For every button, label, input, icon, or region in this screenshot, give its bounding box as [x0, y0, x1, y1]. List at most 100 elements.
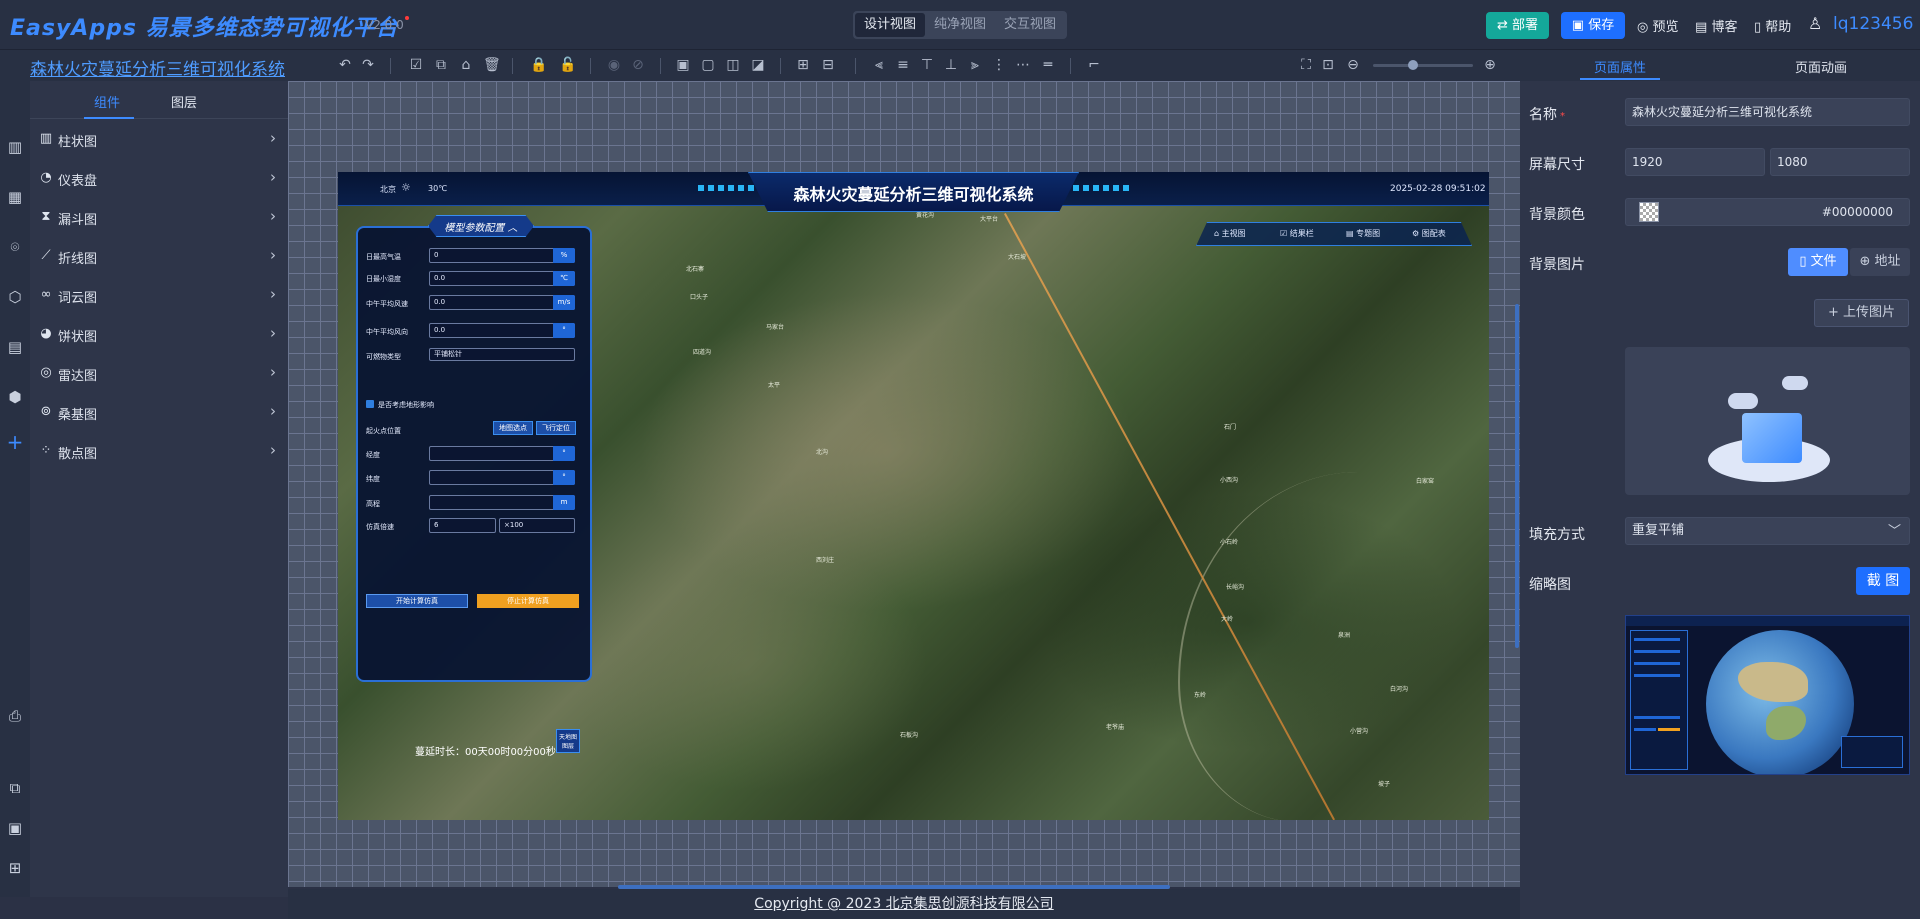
stop-simulation-button[interactable]: 停止计算仿真 — [477, 594, 579, 608]
ruler-icon[interactable]: ⌐ — [1086, 57, 1102, 73]
zoom-slider-handle[interactable] — [1408, 60, 1418, 70]
upload-image-button[interactable]: + 上传图片 — [1814, 299, 1909, 327]
align-left-icon[interactable]: ⫷ — [871, 57, 887, 73]
terrain-checkbox[interactable] — [366, 400, 374, 408]
tab-page-animation[interactable]: 页面动画 — [1795, 57, 1847, 76]
chart-category-icon[interactable]: ▥ — [6, 138, 24, 156]
distribute-h-icon[interactable]: ⋮ — [991, 57, 1007, 73]
category-funnel[interactable]: ⧗ 漏斗图 › — [30, 198, 288, 237]
screen-width-input[interactable]: 1920 — [1625, 148, 1765, 176]
apps-icon[interactable]: ⊞ — [6, 859, 24, 877]
preview-button[interactable]: ◎ 预览 — [1637, 16, 1679, 35]
hide-icon[interactable]: ⊘ — [630, 57, 646, 73]
tab-design-view[interactable]: 设计视图 — [855, 13, 926, 37]
nav-result-bar[interactable]: ☑ 结果栏 — [1280, 228, 1314, 239]
file-source-button[interactable]: ▯ 文件 — [1788, 248, 1848, 276]
copy-icon[interactable]: ⧉ — [433, 57, 449, 73]
page-name-input[interactable]: 森林火灾蔓延分析三维可视化系统 — [1625, 98, 1910, 126]
page-name-link[interactable]: 森林火灾蔓延分析三维可视化系统 — [30, 55, 285, 80]
map-place-label: 大岭 — [1221, 616, 1234, 623]
paste-icon[interactable]: ⌂ — [458, 57, 474, 73]
align-right-icon[interactable]: ⫸ — [967, 57, 983, 73]
screen-height-input[interactable]: 1080 — [1770, 148, 1910, 176]
3d-category-icon[interactable]: ⬡ — [6, 288, 24, 306]
tab-layers[interactable]: 图层 — [171, 92, 197, 111]
align-bottom-icon[interactable]: ⊥ — [943, 57, 959, 73]
map-category-icon[interactable]: ⌾ — [6, 238, 24, 256]
move-up-icon[interactable]: ◫ — [725, 57, 741, 73]
checkbox-label: 是否考虑地形影响 — [378, 401, 434, 409]
bring-front-icon[interactable]: ▣ — [675, 57, 691, 73]
left-rail: ▥ ▦ ⌾ ⬡ ▤ ⬢ + ⎙ ⧉ ▣ ⊞ — [0, 81, 30, 897]
fly-locate-button[interactable]: 飞行定位 — [536, 421, 576, 435]
data-source-icon[interactable]: ⎙ — [6, 707, 24, 725]
ungroup-icon[interactable]: ⊟ — [820, 57, 836, 73]
speed-multiplier-select[interactable]: ×100 — [499, 518, 575, 533]
bg-color-input[interactable]: #00000000 — [1625, 198, 1910, 226]
align-middle-icon[interactable]: ═ — [1040, 57, 1056, 73]
chevron-up-icon[interactable]: ︿ — [508, 223, 518, 234]
nav-map-table[interactable]: ⚙ 图配表 — [1412, 228, 1446, 239]
delete-icon[interactable]: 🗑 — [483, 57, 501, 73]
add-icon[interactable]: + — [6, 432, 24, 452]
copyright-link[interactable]: Copyright @ 2023 北京集思创源科技有限公司 — [754, 896, 1053, 912]
send-back-icon[interactable]: ▢ — [700, 57, 716, 73]
nav-main-view[interactable]: ⌂ 主视图 — [1214, 228, 1246, 239]
speed-input[interactable]: 6 — [429, 518, 496, 533]
category-radar-chart[interactable]: ◎ 雷达图 › — [30, 354, 288, 393]
tab-interactive-view[interactable]: 交互视图 — [995, 13, 1065, 37]
fuel-type-select[interactable]: 平铺松针 — [429, 348, 575, 361]
chevron-right-icon: › — [270, 207, 276, 225]
layout-icon[interactable]: ▣ — [6, 819, 24, 837]
widget-category-icon[interactable]: ▦ — [6, 188, 24, 206]
distribute-v-icon[interactable]: ⋯ — [1015, 57, 1031, 73]
select-all-icon[interactable]: ☑ — [408, 57, 424, 73]
tab-components[interactable]: 组件 — [94, 92, 120, 111]
move-down-icon[interactable]: ◪ — [750, 57, 766, 73]
table-category-icon[interactable]: ▤ — [6, 338, 24, 356]
map-pick-button[interactable]: 地图选点 — [493, 421, 533, 435]
align-top-icon[interactable]: ⊤ — [919, 57, 935, 73]
resource-icon[interactable]: ⧉ — [6, 779, 24, 797]
category-pie-chart[interactable]: ◕ 饼状图 › — [30, 315, 288, 354]
vertical-scrollbar[interactable] — [1515, 304, 1519, 648]
undo-icon[interactable]: ↶ — [337, 57, 353, 73]
category-scatter[interactable]: ⁘ 散点图 › — [30, 432, 288, 471]
save-button[interactable]: ▣ 保存 — [1561, 12, 1625, 39]
deploy-button[interactable]: ⇄ 部署 — [1486, 12, 1549, 39]
category-word-cloud[interactable]: ∞ 词云图 › — [30, 276, 288, 315]
user-icon[interactable]: ♙ — [1808, 14, 1822, 33]
group-icon[interactable]: ⊞ — [795, 57, 811, 73]
tianditu-layer-button[interactable]: 天地图图层 — [556, 729, 580, 753]
screenshot-button[interactable]: 截 图 — [1856, 567, 1910, 595]
align-center-icon[interactable]: ≡ — [895, 57, 911, 73]
screen-preview[interactable]: 黄花沟 大平台 口头子 北石寨 马家台 太平 四道沟 北沟 大石坡 西刘庄 石门… — [338, 172, 1489, 820]
zoom-slider[interactable] — [1373, 64, 1473, 67]
show-icon[interactable]: ◉ — [606, 57, 622, 73]
username[interactable]: lq123456 — [1833, 14, 1913, 34]
url-source-button[interactable]: ⊕ 地址 — [1850, 248, 1910, 276]
fill-mode-select[interactable]: 重复平铺 — [1625, 517, 1910, 545]
lock-icon[interactable]: 🔒 — [530, 57, 547, 73]
zoom-out-icon[interactable]: ⊖ — [1345, 57, 1361, 73]
actual-size-icon[interactable]: ⊡ — [1320, 57, 1336, 73]
zoom-in-icon[interactable]: ⊕ — [1482, 57, 1498, 73]
category-line-chart[interactable]: ⟋ 折线图 › — [30, 237, 288, 276]
start-simulation-button[interactable]: 开始计算仿真 — [366, 594, 468, 608]
help-link[interactable]: ▯ 帮助 — [1754, 16, 1791, 35]
tab-clean-view[interactable]: 纯净视图 — [925, 13, 995, 37]
category-bar-chart[interactable]: ▥ 柱状图 › — [30, 120, 288, 159]
redo-icon[interactable]: ↷ — [360, 57, 376, 73]
thumbnail-field — [1634, 674, 1680, 677]
unlock-icon[interactable]: 🔓 — [559, 57, 576, 73]
blog-link[interactable]: ▤ 博客 — [1695, 16, 1737, 35]
color-swatch[interactable] — [1639, 202, 1659, 222]
nav-thematic-map[interactable]: ▤ 专题图 — [1346, 228, 1380, 239]
chevron-down-icon[interactable]: ﹀ — [1888, 520, 1901, 539]
category-sankey[interactable]: ⊚ 桑基图 › — [30, 393, 288, 432]
fit-screen-icon[interactable]: ⛶ — [1298, 57, 1314, 73]
category-gauge[interactable]: ◔ 仪表盘 › — [30, 159, 288, 198]
tab-page-properties[interactable]: 页面属性 — [1594, 57, 1646, 76]
model-category-icon[interactable]: ⬢ — [6, 388, 24, 406]
field-label: 纬度 — [366, 475, 380, 483]
